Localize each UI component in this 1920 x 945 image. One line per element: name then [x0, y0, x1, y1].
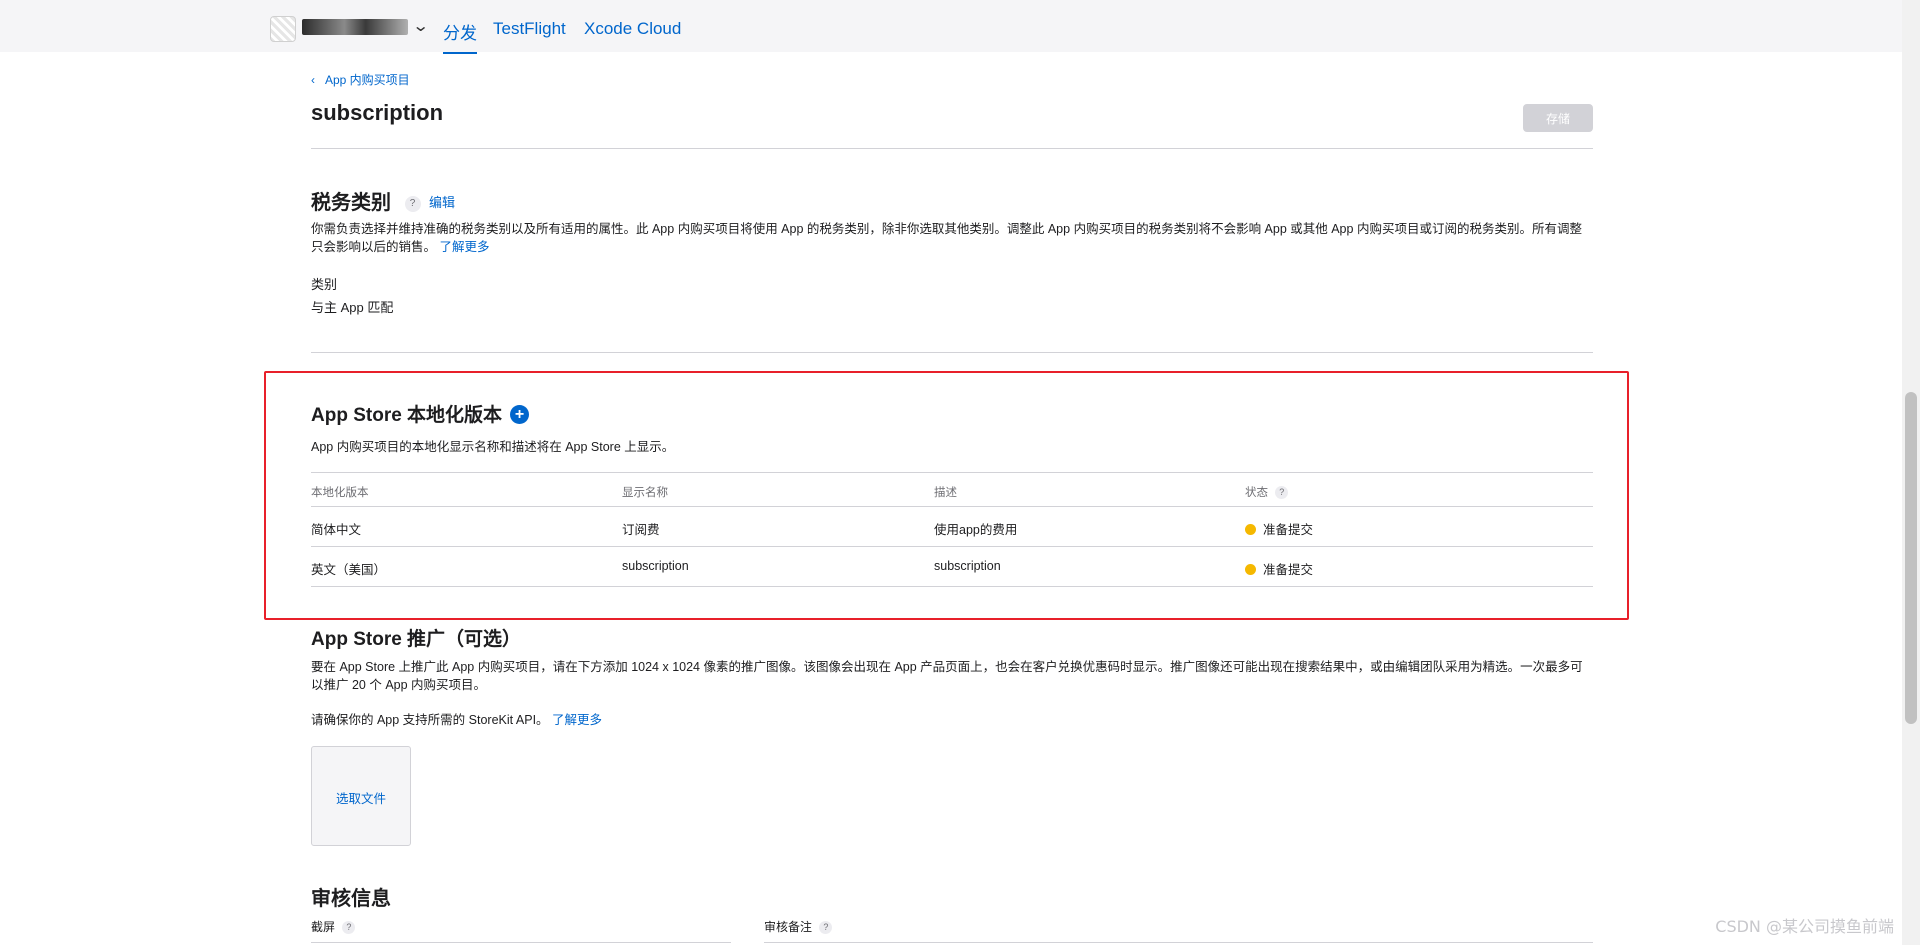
- status-cell: 准备提交: [1245, 559, 1313, 578]
- status-text: 准备提交: [1263, 563, 1314, 577]
- table-header-row: 本地化版本 显示名称 描述 状态 ?: [311, 472, 1593, 506]
- chevron-down-icon[interactable]: ⌄: [412, 16, 429, 36]
- description-cell: 使用app的费用: [934, 523, 1018, 537]
- display-name-cell: 订阅费: [622, 523, 660, 537]
- tab-xcode-cloud[interactable]: Xcode Cloud: [584, 19, 681, 39]
- divider: [311, 148, 1593, 149]
- breadcrumb-label: App 内购买项目: [325, 73, 410, 87]
- scrollbar-thumb[interactable]: [1905, 392, 1917, 724]
- column-header-display-name: 显示名称: [622, 487, 668, 499]
- help-icon[interactable]: ?: [404, 195, 421, 212]
- tab-distribution[interactable]: 分发: [443, 19, 477, 54]
- tab-testflight[interactable]: TestFlight: [493, 19, 566, 39]
- learn-more-link[interactable]: 了解更多: [552, 713, 602, 727]
- review-section-title: 审核信息: [311, 888, 391, 910]
- app-name-redacted[interactable]: [302, 19, 408, 35]
- column-header-status: 状态 ?: [1245, 484, 1289, 500]
- promotion-description: 要在 App Store 上推广此 App 内购买项目，请在下方添加 1024 …: [311, 660, 1583, 692]
- category-label: 类别: [311, 277, 338, 292]
- chevron-left-icon: ‹: [311, 73, 315, 87]
- table-row[interactable]: 简体中文 订阅费 使用app的费用 准备提交: [311, 506, 1593, 546]
- column-header-locale: 本地化版本: [311, 487, 369, 499]
- table-row[interactable]: 英文（美国） subscription subscription 准备提交: [311, 546, 1593, 586]
- localization-section-title: App Store 本地化版本 +: [311, 400, 530, 427]
- review-notes-label: 审核备注 ?: [764, 918, 833, 935]
- status-text: 准备提交: [1263, 523, 1314, 537]
- locale-link[interactable]: 简体中文: [311, 519, 361, 538]
- breadcrumb[interactable]: ‹ App 内购买项目: [311, 71, 410, 88]
- divider: [311, 352, 1593, 353]
- status-pending-icon: [1245, 564, 1256, 575]
- tax-title-text: 税务类别: [311, 192, 391, 214]
- localization-description: App 内购买项目的本地化显示名称和描述将在 App Store 上显示。: [311, 440, 675, 454]
- promotion-section-title: App Store 推广（可选）: [311, 629, 522, 650]
- storekit-note-text: 请确保你的 App 支持所需的 StoreKit API。: [311, 713, 549, 727]
- storekit-note: 请确保你的 App 支持所需的 StoreKit API。 了解更多: [311, 711, 1593, 729]
- status-cell: 准备提交: [1245, 519, 1313, 538]
- help-icon[interactable]: ?: [819, 921, 833, 935]
- description-cell: subscription: [934, 559, 1001, 573]
- status-header-text: 状态: [1245, 487, 1268, 499]
- add-localization-icon[interactable]: +: [510, 405, 530, 424]
- choose-file-label: 选取文件: [335, 792, 386, 806]
- localization-title-text: App Store 本地化版本: [311, 405, 503, 426]
- review-notes-label-text: 审核备注: [764, 920, 813, 934]
- page-title: subscription: [311, 100, 444, 125]
- tax-description-text: 你需负责选择并维持准确的税务类别以及所有适用的属性。此 App 内购买项目将使用…: [311, 222, 1582, 254]
- watermark: CSDN @某公司摸鱼前端: [1715, 917, 1894, 936]
- app-icon[interactable]: [270, 16, 296, 42]
- status-pending-icon: [1245, 524, 1256, 535]
- column-header-description: 描述: [934, 487, 957, 499]
- screenshot-label-text: 截屏: [311, 920, 336, 934]
- save-button[interactable]: 存储: [1523, 104, 1593, 132]
- review-notes-field-top: [764, 942, 1593, 943]
- screenshot-label: 截屏 ?: [311, 918, 356, 935]
- help-icon[interactable]: ?: [1275, 486, 1289, 500]
- table-bottom-divider: [311, 586, 1593, 587]
- category-value: 与主 App 匹配: [311, 300, 394, 315]
- screenshot-field-top: [311, 942, 731, 943]
- display-name-cell: subscription: [622, 559, 689, 573]
- edit-tax-link[interactable]: 编辑: [429, 192, 455, 211]
- locale-link[interactable]: 英文（美国）: [311, 559, 386, 578]
- tax-section-title: 税务类别 ?: [311, 186, 421, 215]
- help-icon[interactable]: ?: [342, 921, 356, 935]
- choose-file-button[interactable]: 选取文件: [311, 746, 411, 846]
- learn-more-link[interactable]: 了解更多: [440, 240, 490, 254]
- tax-description: 你需负责选择并维持准确的税务类别以及所有适用的属性。此 App 内购买项目将使用…: [311, 220, 1593, 256]
- top-navigation-bar: ⌄ 分发 TestFlight Xcode Cloud: [0, 0, 1902, 54]
